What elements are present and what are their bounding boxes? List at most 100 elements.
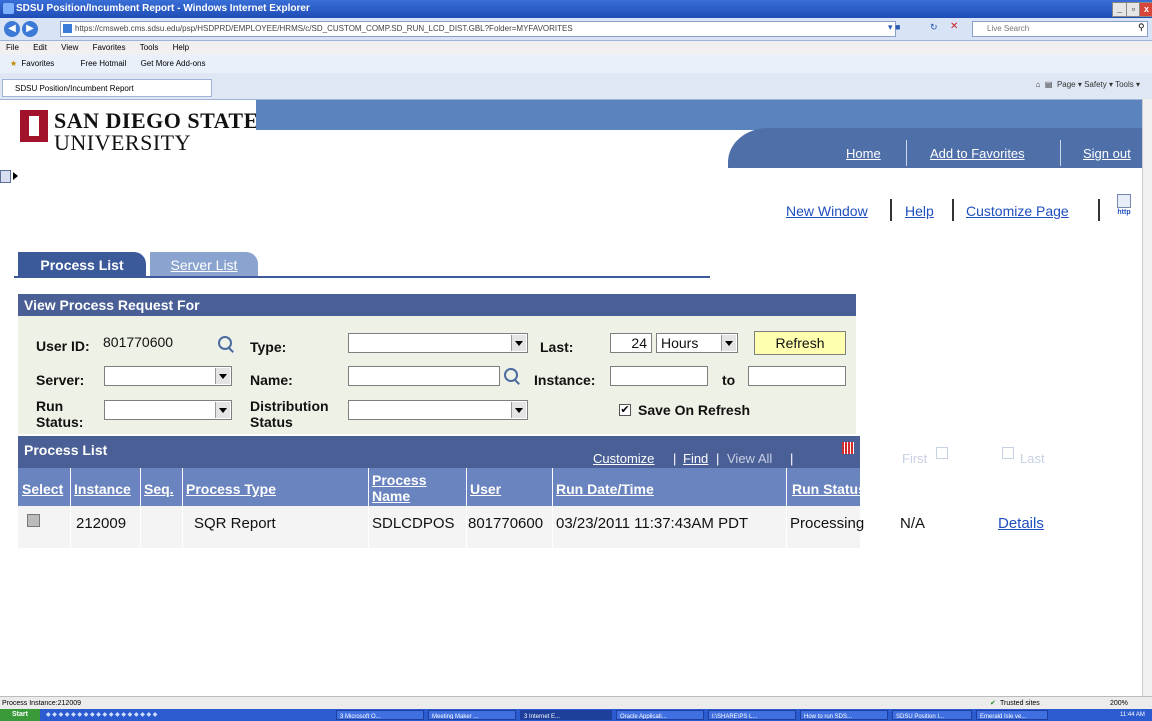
live-search-input[interactable]: Live Search [972, 21, 1148, 37]
chevron-down-icon[interactable] [721, 335, 736, 351]
task-button[interactable]: 3 Microsoft O... [336, 710, 424, 720]
get-addons-link[interactable]: Get More Add-ons [141, 59, 206, 68]
task-button[interactable]: I:\SHARE\PS L... [708, 710, 796, 720]
instance-to-input[interactable] [748, 366, 846, 386]
task-button[interactable]: 3 Internet E... [520, 710, 612, 720]
next-arrow-icon[interactable] [1002, 447, 1014, 459]
col-user[interactable]: User [470, 482, 501, 496]
menu-favorites[interactable]: Favorites [93, 43, 126, 52]
find-link[interactable]: Find [683, 451, 708, 466]
free-hotmail-link[interactable]: Free Hotmail [81, 59, 127, 68]
browser-tab[interactable]: SDSU Position/Incumbent Report [2, 79, 212, 97]
expand-arrow-icon[interactable] [13, 172, 18, 180]
column-divider [70, 468, 71, 548]
url-field[interactable]: https://cmsweb.cms.sdsu.edu/psp/HSDPRD/E… [60, 21, 896, 37]
last-input[interactable]: 24 [610, 333, 652, 353]
print-icon[interactable]: ▤ [1045, 80, 1053, 89]
cell-instance: 212009 [76, 515, 127, 532]
distribution-status-select[interactable] [348, 400, 528, 420]
col-seq[interactable]: Seq. [144, 482, 174, 496]
col-select[interactable]: Select [22, 482, 63, 496]
chevron-down-icon[interactable] [215, 402, 230, 418]
run-status-select[interactable] [104, 400, 232, 420]
name-input[interactable] [348, 366, 500, 386]
help-link[interactable]: Help [905, 203, 934, 219]
start-button[interactable]: Start [0, 709, 40, 721]
pagelet-menu-icon[interactable] [0, 170, 11, 183]
refresh-icon[interactable]: ↻ [930, 22, 938, 33]
col-instance[interactable]: Instance [74, 482, 131, 496]
filter-heading-text: View Process Request For [24, 297, 200, 313]
distribution-status-label: Status [250, 414, 293, 430]
details-link[interactable]: Details [998, 515, 1044, 532]
col-process-name-1[interactable]: Process [372, 473, 426, 487]
add-to-favorites-link[interactable]: Add to Favorites [930, 146, 1025, 161]
col-run-datetime[interactable]: Run Date/Time [556, 482, 654, 496]
task-label: I:\SHARE\PS L... [712, 714, 758, 720]
lock-icon[interactable]: ▾ ■ [888, 22, 900, 33]
view-all-link[interactable]: View All [727, 451, 772, 466]
task-button[interactable]: Meeting Maker ... [428, 710, 516, 720]
col-process-name-2[interactable]: Name [372, 489, 410, 503]
menu-edit[interactable]: Edit [33, 43, 47, 52]
close-button[interactable]: x [1139, 2, 1152, 17]
task-button[interactable]: How to run SDS... [800, 710, 888, 720]
chevron-down-icon[interactable] [511, 335, 526, 351]
tab-server-list[interactable]: Server List [150, 252, 258, 276]
http-link-icon[interactable]: http [1114, 194, 1134, 218]
search-icon[interactable]: ⚲ [1138, 22, 1145, 33]
col-details[interactable]: Details [1000, 482, 1046, 496]
command-bar[interactable]: ⌂ ▤ Page ▾ Safety ▾ Tools ▾ [1036, 80, 1140, 89]
first-link[interactable]: First [902, 451, 927, 466]
menu-help[interactable]: Help [173, 43, 189, 52]
user-id-lookup-icon[interactable] [218, 336, 232, 350]
task-button[interactable]: SDSU Position I... [892, 710, 972, 720]
column-divider [786, 468, 787, 548]
col-dist-status-1[interactable]: Distribution [900, 473, 979, 487]
row-select-checkbox[interactable] [27, 514, 40, 527]
forward-button[interactable]: ▶ [22, 21, 38, 37]
refresh-button[interactable]: Refresh [754, 331, 846, 355]
instance-from-input[interactable] [610, 366, 708, 386]
home-link[interactable]: Home [846, 146, 881, 161]
user-id-input[interactable]: 801770600 [103, 333, 211, 353]
address-bar: ◀ ▶ https://cmsweb.cms.sdsu.edu/psp/HSDP… [0, 18, 1152, 41]
last-unit-select[interactable]: Hours [656, 333, 738, 353]
customize-page-link[interactable]: Customize Page [966, 203, 1069, 219]
col-dist-status-2[interactable]: Status [900, 489, 943, 503]
save-on-refresh-checkbox[interactable]: ✔ [619, 404, 631, 416]
favorites-button[interactable]: Favorites [21, 59, 54, 68]
sign-out-link[interactable]: Sign out [1083, 146, 1131, 161]
prev-arrow-icon[interactable] [936, 447, 948, 459]
cell-run-datetime: 03/23/2011 11:37:43AM PDT [556, 515, 749, 532]
col-process-type[interactable]: Process Type [186, 482, 276, 496]
last-value: 24 [631, 335, 647, 351]
tab-process-list[interactable]: Process List [18, 252, 146, 276]
server-select[interactable] [104, 366, 232, 386]
col-run-status[interactable]: Run Status [792, 482, 866, 496]
minimize-button[interactable]: _ [1112, 2, 1127, 17]
user-id-label: User ID: [36, 338, 90, 354]
task-button[interactable]: Emerald Isle ve... [976, 710, 1048, 720]
last-link[interactable]: Last [1020, 451, 1045, 466]
menu-view[interactable]: View [61, 43, 78, 52]
stop-icon[interactable]: ✕ [950, 21, 958, 32]
customize-grid-link[interactable]: Customize [593, 451, 654, 466]
search-placeholder: Live Search [987, 24, 1030, 33]
menu-tools[interactable]: Tools [140, 43, 159, 52]
download-grid-icon[interactable] [842, 442, 854, 454]
name-lookup-icon[interactable] [504, 368, 518, 382]
page-scrollbar[interactable] [1142, 99, 1152, 696]
chevron-down-icon[interactable] [215, 368, 230, 384]
page-icon [63, 24, 72, 33]
new-window-link[interactable]: New Window [786, 203, 868, 219]
header-banner [256, 100, 1152, 130]
task-button[interactable]: Oracle Applicati... [616, 710, 704, 720]
type-select[interactable] [348, 333, 528, 353]
back-button[interactable]: ◀ [4, 21, 20, 37]
cell-run-status: Processing [790, 515, 865, 532]
quick-launch-icons[interactable]: ◆ ◆ ◆ ◆ ◆ ◆ ◆ ◆ ◆ ◆ ◆ ◆ ◆ ◆ ◆ ◆ ◆ ◆ [46, 709, 157, 721]
menu-file[interactable]: File [6, 43, 19, 52]
home-icon[interactable]: ⌂ [1036, 80, 1041, 89]
chevron-down-icon[interactable] [511, 402, 526, 418]
